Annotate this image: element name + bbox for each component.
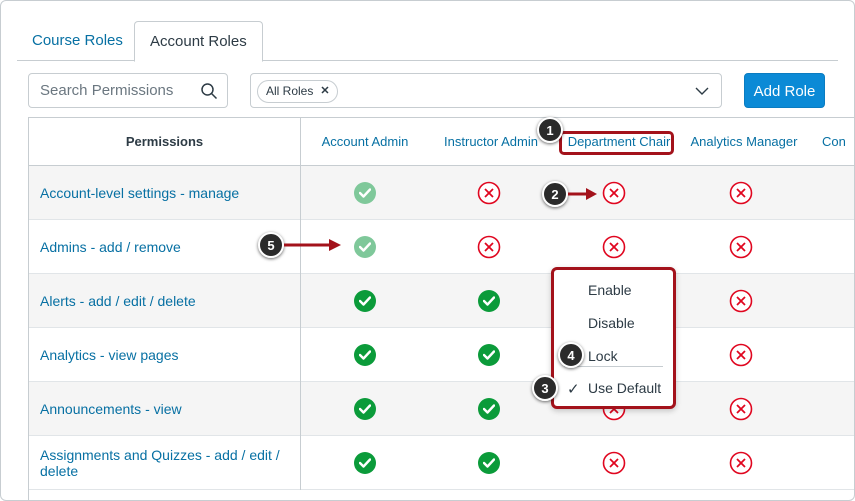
disabled-x-icon[interactable]	[600, 220, 628, 274]
disabled-x-icon[interactable]	[600, 166, 628, 220]
disabled-x-icon[interactable]	[727, 274, 755, 328]
callout-1: 1	[537, 117, 563, 143]
role-tabs: Course Roles Account Roles	[17, 21, 838, 62]
check-icon: ✓	[567, 381, 580, 398]
enabled-check-icon[interactable]	[351, 220, 379, 274]
enabled-check-icon[interactable]	[475, 382, 503, 436]
chevron-down-icon[interactable]	[695, 85, 709, 97]
callout-4: 4	[558, 342, 584, 368]
menu-item-enable[interactable]: Enable	[588, 282, 632, 298]
department-chair-highlight	[559, 131, 674, 155]
menu-item-use-default[interactable]: Use Default	[588, 380, 661, 396]
disabled-x-icon[interactable]	[475, 166, 503, 220]
tab-course-roles[interactable]: Course Roles	[17, 21, 138, 61]
search-permissions	[28, 73, 228, 108]
permission-name-link[interactable]: Analytics - view pages	[29, 328, 301, 382]
search-icon[interactable]	[200, 82, 218, 100]
permissions-table: Permissions Account Admin Instructor Adm…	[28, 117, 854, 500]
menu-item-disable[interactable]: Disable	[588, 315, 635, 331]
enabled-check-icon[interactable]	[351, 382, 379, 436]
disabled-x-icon[interactable]	[727, 436, 755, 490]
disabled-x-icon[interactable]	[600, 436, 628, 490]
disabled-x-icon[interactable]	[727, 382, 755, 436]
disabled-x-icon[interactable]	[727, 328, 755, 382]
enabled-check-icon[interactable]	[475, 328, 503, 382]
role-header-partial[interactable]: Con	[822, 118, 852, 166]
arrow-right-icon	[568, 188, 597, 200]
enabled-check-icon[interactable]	[351, 436, 379, 490]
roles-filter-select[interactable]: All Roles ✕	[250, 73, 722, 108]
tab-account-roles[interactable]: Account Roles	[134, 21, 263, 62]
pill-label: All Roles	[266, 84, 314, 98]
table-row: Analytics - view pages	[29, 328, 854, 382]
role-header-analytics-manager[interactable]: Analytics Manager	[689, 118, 799, 166]
table-row: Admins - add / remove	[29, 220, 854, 274]
disabled-x-icon[interactable]	[475, 220, 503, 274]
close-icon[interactable]: ✕	[320, 81, 329, 102]
add-role-button[interactable]: Add Role	[744, 73, 825, 108]
table-row: Account-level settings - manage	[29, 166, 854, 220]
permission-options-menu: Enable Disable Lock ✓ Use Default	[551, 267, 676, 409]
callout-3: 3	[532, 375, 558, 401]
arrow-right-icon	[284, 239, 341, 251]
disabled-x-icon[interactable]	[727, 220, 755, 274]
callout-2: 2	[542, 181, 568, 207]
permissions-column-header: Permissions	[29, 118, 301, 166]
menu-separator	[564, 366, 663, 367]
all-roles-pill[interactable]: All Roles ✕	[257, 80, 338, 103]
table-header: Permissions Account Admin Instructor Adm…	[29, 118, 854, 166]
enabled-check-icon[interactable]	[351, 328, 379, 382]
permission-name-link[interactable]: Assignments and Quizzes - add / edit / d…	[29, 436, 301, 490]
search-input[interactable]	[40, 82, 195, 99]
permission-name-link[interactable]: Announcements - view	[29, 382, 301, 436]
enabled-check-icon[interactable]	[475, 436, 503, 490]
role-header-account-admin[interactable]: Account Admin	[316, 118, 414, 166]
enabled-check-icon[interactable]	[351, 274, 379, 328]
permissions-page: Course Roles Account Roles All Roles ✕ A…	[0, 0, 855, 501]
table-row: Announcements - view	[29, 382, 854, 436]
role-header-instructor-admin[interactable]: Instructor Admin	[442, 118, 540, 166]
table-row: Alerts - add / edit / delete	[29, 274, 854, 328]
table-row: Assignments and Quizzes - add / edit / d…	[29, 436, 854, 490]
enabled-check-icon[interactable]	[475, 274, 503, 328]
permission-name-link[interactable]: Account-level settings - manage	[29, 166, 301, 220]
permission-name-link[interactable]: Alerts - add / edit / delete	[29, 274, 301, 328]
enabled-check-icon[interactable]	[351, 166, 379, 220]
callout-5: 5	[258, 232, 284, 258]
menu-item-lock[interactable]: Lock	[588, 348, 618, 364]
disabled-x-icon[interactable]	[727, 166, 755, 220]
